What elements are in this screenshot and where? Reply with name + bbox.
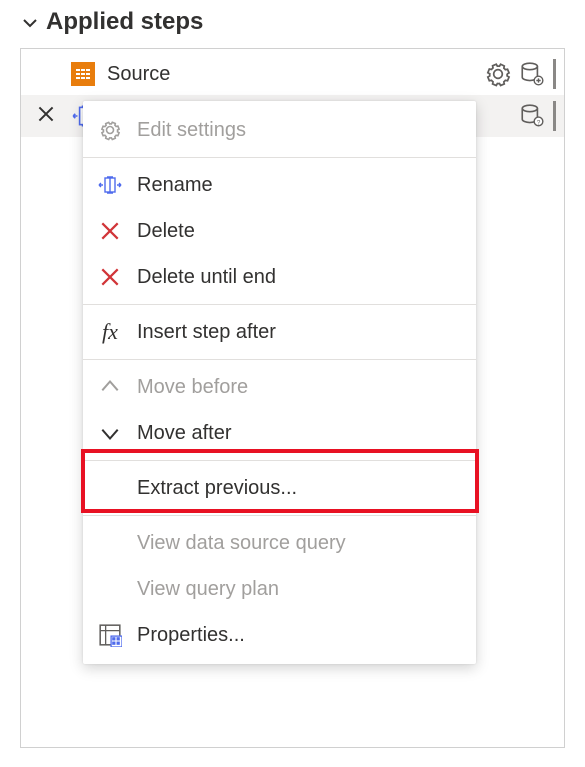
rename-icon	[97, 172, 123, 198]
chevron-down-icon	[97, 420, 123, 446]
menu-move-after[interactable]: Move after	[83, 410, 476, 456]
menu-move-before: Move before	[83, 364, 476, 410]
source-step-icon	[71, 62, 95, 86]
menu-delete[interactable]: Delete	[83, 208, 476, 254]
applied-steps-header[interactable]: Applied steps	[0, 0, 585, 48]
menu-separator	[83, 304, 476, 305]
menu-separator	[83, 515, 476, 516]
menu-item-label: Insert step after	[137, 321, 276, 344]
svg-text:?: ?	[537, 120, 541, 127]
menu-item-label: Delete	[137, 220, 195, 243]
database-query-icon[interactable]: ?	[519, 103, 545, 129]
step-label: Source	[107, 63, 473, 86]
properties-icon	[97, 622, 123, 648]
scrollbar-indicator	[553, 101, 556, 131]
menu-view-data-source-query: View data source query	[83, 520, 476, 566]
x-red-icon	[97, 264, 123, 290]
gear-icon[interactable]	[485, 61, 511, 87]
chevron-down-icon	[22, 15, 36, 29]
menu-view-query-plan: View query plan	[83, 566, 476, 612]
menu-separator	[83, 460, 476, 461]
menu-item-label: Move after	[137, 422, 231, 445]
menu-item-label: Rename	[137, 174, 213, 197]
menu-separator	[83, 359, 476, 360]
step-context-menu: Edit settings Rename Delete	[83, 101, 476, 664]
menu-item-label: Properties...	[137, 624, 245, 647]
menu-item-label: View query plan	[137, 578, 279, 601]
chevron-up-icon	[97, 374, 123, 400]
blank-icon	[97, 530, 123, 556]
menu-insert-step-after[interactable]: fx Insert step after	[83, 309, 476, 355]
menu-edit-settings: Edit settings	[83, 107, 476, 153]
menu-item-label: Delete until end	[137, 266, 276, 289]
x-red-icon	[97, 218, 123, 244]
menu-rename[interactable]: Rename	[83, 162, 476, 208]
blank-icon	[97, 475, 123, 501]
menu-delete-until-end[interactable]: Delete until end	[83, 254, 476, 300]
menu-item-label: View data source query	[137, 532, 346, 555]
menu-properties[interactable]: Properties...	[83, 612, 476, 658]
gear-icon	[97, 117, 123, 143]
blank-icon	[97, 576, 123, 602]
menu-extract-previous[interactable]: Extract previous...	[83, 465, 476, 511]
section-title: Applied steps	[46, 8, 203, 36]
menu-separator	[83, 157, 476, 158]
scrollbar-indicator	[553, 59, 556, 89]
delete-step-icon[interactable]	[35, 103, 57, 125]
step-row-source[interactable]: Source	[21, 53, 564, 95]
menu-item-label: Move before	[137, 376, 248, 399]
applied-steps-panel: Source	[20, 48, 565, 748]
fx-icon: fx	[97, 319, 123, 345]
menu-item-label: Extract previous...	[137, 477, 297, 500]
database-icon[interactable]	[519, 61, 545, 87]
menu-item-label: Edit settings	[137, 119, 246, 142]
